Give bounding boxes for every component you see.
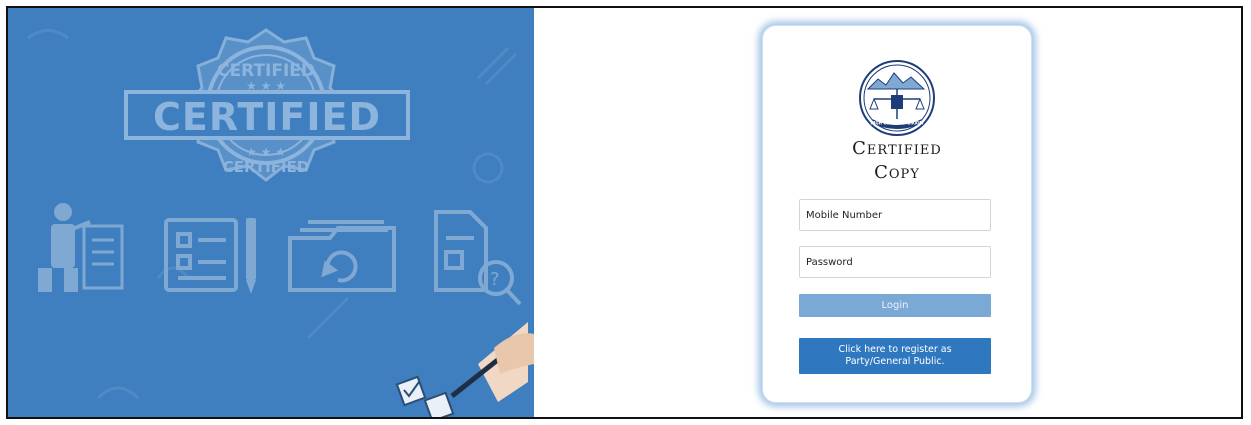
register-line-1: Click here to register as [838, 344, 952, 355]
mobile-number-input[interactable] [799, 199, 991, 231]
page-title-line-1: Certified [852, 138, 942, 159]
document-search-icon: ? [434, 210, 522, 306]
hero-illustration: CERTIFIED ★ ★ ★ CERTIFIED ★ ★ ★ CERTIFIE… [27, 28, 534, 417]
page-title-line-2: Copy [874, 162, 920, 183]
seal-bottom-text: CERTIFIED [223, 158, 309, 176]
login-button[interactable]: Login [799, 294, 991, 317]
pen-icon [246, 218, 256, 294]
emblem-caption: HIGH COURT OF SIKKIM [870, 121, 923, 126]
hand-checkbox-icon [395, 322, 534, 417]
folder-refresh-icon [288, 220, 396, 292]
password-input[interactable] [799, 246, 991, 278]
hero-banner: CERTIFIED ★ ★ ★ CERTIFIED ★ ★ ★ CERTIFIE… [8, 8, 534, 417]
checklist-document-icon [164, 218, 238, 292]
register-button[interactable]: Click here to register as Party/General … [799, 338, 991, 374]
presenter-icon [38, 203, 124, 292]
svg-text:★ ★ ★: ★ ★ ★ [246, 145, 286, 159]
certified-seal-icon: CERTIFIED ★ ★ ★ CERTIFIED ★ ★ ★ CERTIFIE… [124, 28, 410, 182]
seal-banner-text: CERTIFIED [153, 95, 381, 139]
high-court-emblem-icon: HIGH COURT OF SIKKIM [859, 60, 935, 136]
svg-text:?: ? [490, 269, 500, 290]
login-card: HIGH COURT OF SIKKIM Certified Copy Logi… [762, 25, 1032, 403]
register-line-2: Party/General Public. [845, 356, 945, 367]
page-frame: CERTIFIED ★ ★ ★ CERTIFIED ★ ★ ★ CERTIFIE… [6, 6, 1243, 419]
seal-top-text: CERTIFIED [217, 61, 315, 81]
